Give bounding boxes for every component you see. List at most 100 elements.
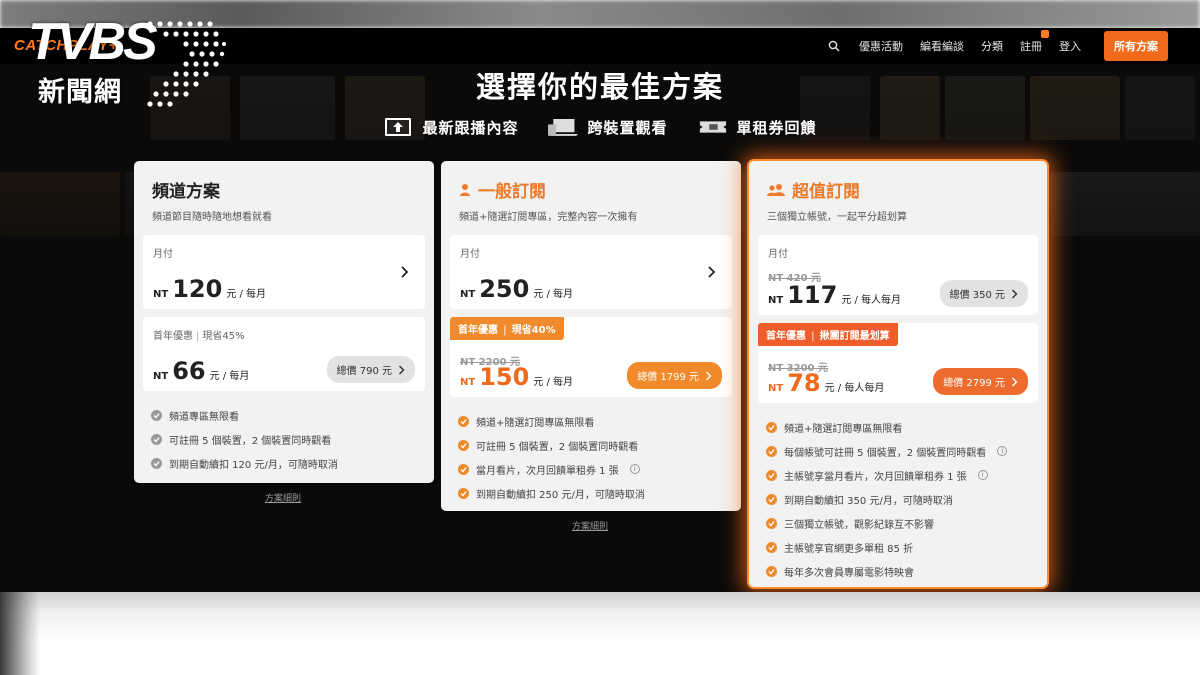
benefit-item: 主帳號享當月看片，次月回饋單租券 1 張 i xyxy=(766,463,1038,487)
search-icon[interactable] xyxy=(826,38,842,54)
feature-item: 最新跟播內容 xyxy=(383,116,518,138)
price-value: 250 xyxy=(479,275,530,303)
feature-item: 跨裝置觀看 xyxy=(548,116,667,138)
benefit-text: 每個帳號可註冊 5 個裝置，2 個裝置同時觀看 xyxy=(784,447,987,459)
plan-terms-link[interactable]: 方案細則 xyxy=(572,519,608,532)
benefit-text: 三個獨立帳號，觀影紀錄互不影響 xyxy=(784,519,934,531)
price-value: 117 xyxy=(787,281,838,309)
nav-link-login[interactable]: 登入 xyxy=(1059,38,1081,54)
currency: NT xyxy=(768,383,784,394)
plan-card-group: 超值訂閱 三個獨立帳號，一起平分超划算 月付 NT 420 元 NT 117 元… xyxy=(749,161,1047,587)
benefit-item: 每個帳號可註冊 5 個裝置，2 個裝置同時觀看 i xyxy=(766,439,1038,463)
monthly-option[interactable]: 月付 NT 250 元 / 每月 xyxy=(450,235,732,309)
price-line: NT 120 元 / 每月 xyxy=(153,277,266,301)
plan-card-standard: 一般訂閱 頻道+隨選訂閱專區，完整內容一次擁有 月付 NT 250 元 / 每月… xyxy=(441,161,741,511)
benefit-item: 頻道專區無限看 xyxy=(151,403,425,427)
chevron-right-icon xyxy=(398,364,405,375)
promo-discount: 現省45% xyxy=(202,331,245,342)
promo-label: 首年優惠 xyxy=(766,331,806,342)
currency: NT xyxy=(153,289,169,300)
option-label: 首年優惠 | 現省45% xyxy=(153,331,245,342)
check-circle-icon xyxy=(766,565,777,577)
benefit-text: 當月看片，次月回饋單租券 1 張 xyxy=(476,465,619,477)
info-icon[interactable]: i xyxy=(977,470,988,480)
benefit-text: 頻道+隨選訂閱專區無限看 xyxy=(784,423,903,435)
benefit-text: 到期自動續扣 120 元/月，可隨時取消 xyxy=(169,459,338,471)
gift-icon xyxy=(1041,30,1049,38)
option-label: 月付 xyxy=(460,249,480,260)
benefit-text: 可註冊 5 個裝置，2 個裝置同時觀看 xyxy=(476,441,639,453)
watermark-subtitle: 新聞網 xyxy=(38,77,122,108)
check-circle-icon xyxy=(766,541,777,553)
nav-link-categories[interactable]: 分類 xyxy=(981,38,1003,54)
promo-tag: 首年優惠 | 揪團訂閱最划算 xyxy=(758,323,898,346)
total-price-button[interactable]: 總價 350 元 xyxy=(939,280,1028,307)
annual-option[interactable]: 首年優惠 | 揪團訂閱最划算 NT 3200 元 NT 78 元 / 每人每月 總價… xyxy=(758,323,1038,403)
benefit-text: 頻道+隨選訂閱專區無限看 xyxy=(476,417,595,429)
price-value: 120 xyxy=(172,275,223,303)
plan-title-text: 超值訂閱 xyxy=(792,182,860,202)
benefit-item: 到期自動續扣 120 元/月，可隨時取消 xyxy=(151,451,425,475)
price-value: 150 xyxy=(479,363,530,391)
nav-link-register[interactable]: 註冊 xyxy=(1020,30,1049,54)
benefit-text: 每年多次會員專屬電影特映會 xyxy=(784,567,914,579)
nav-links: 優惠活動 編看編談 分類 註冊 登入 所有方案 xyxy=(826,28,1168,64)
currency: NT xyxy=(768,295,784,306)
check-circle-icon xyxy=(151,457,162,469)
check-circle-icon xyxy=(458,415,469,427)
plan-subtitle: 三個獨立帳號，一起平分超划算 xyxy=(767,212,907,223)
info-icon[interactable]: i xyxy=(997,446,1008,456)
benefit-item: 頻道+隨選訂閱專區無限看 xyxy=(458,409,732,433)
all-plans-button[interactable]: 所有方案 xyxy=(1104,31,1168,61)
annual-option[interactable]: 首年優惠 | 現省45% NT 66 元 / 每月 總價 790 元 xyxy=(143,317,425,391)
chevron-right-icon xyxy=(708,266,716,278)
price-unit: 元 / 每月 xyxy=(209,371,250,382)
option-label: 月付 xyxy=(153,249,173,260)
check-circle-icon xyxy=(766,421,777,433)
tvbs-news-watermark: TVBS 新聞網 xyxy=(28,16,226,116)
plan-title: 超值訂閱 xyxy=(767,177,1038,202)
check-circle-icon xyxy=(766,517,777,529)
monthly-option[interactable]: 月付 NT 120 元 / 每月 xyxy=(143,235,425,309)
devices-icon xyxy=(548,116,579,138)
price-line: NT 78 元 / 每人每月 xyxy=(768,371,884,395)
total-price-button[interactable]: 總價 790 元 xyxy=(326,356,415,383)
total-price-button[interactable]: 總價 2799 元 xyxy=(933,368,1028,395)
total-label: 總價 2799 元 xyxy=(943,378,1005,389)
total-price-button[interactable]: 總價 1799 元 xyxy=(627,362,722,389)
plan-terms-link[interactable]: 方案細則 xyxy=(265,491,301,504)
plan-title: 頻道方案 xyxy=(152,182,220,202)
photo-border-bottom xyxy=(0,592,1200,675)
chevron-right-icon xyxy=(401,266,409,278)
benefit-list: 頻道專區無限看 可註冊 5 個裝置，2 個裝置同時觀看 到期自動續扣 120 元… xyxy=(151,403,425,475)
info-icon[interactable]: i xyxy=(629,464,640,474)
nav-link-register-label: 註冊 xyxy=(1020,40,1042,53)
benefit-item: 每年多次會員專屬電影特映會 xyxy=(766,559,1038,583)
price-unit: 元 / 每月 xyxy=(533,289,574,300)
promo-discount: 揪團訂閱最划算 xyxy=(819,331,890,342)
option-label: 月付 xyxy=(768,249,788,260)
price-unit: 元 / 每人每月 xyxy=(824,383,885,394)
check-circle-icon xyxy=(151,409,162,421)
benefit-item: 頻道+隨選訂閱專區無限看 xyxy=(766,415,1038,439)
plan-card-channel: 頻道方案 頻道節目隨時隨地想看就看 月付 NT 120 元 / 每月 首年優惠 |… xyxy=(134,161,434,483)
benefit-item: 當月看片，次月回饋單租券 1 張 i xyxy=(458,457,732,481)
currency: NT xyxy=(460,377,476,388)
price-value: 78 xyxy=(787,369,821,397)
price-line: NT 66 元 / 每月 xyxy=(153,359,249,383)
benefit-item: 可註冊 5 個裝置，2 個裝置同時觀看 xyxy=(151,427,425,451)
benefit-item: 到期自動續扣 250 元/月，可隨時取消 xyxy=(458,481,732,505)
promo-label: 首年優惠 xyxy=(153,331,193,342)
benefit-list: 頻道+隨選訂閱專區無限看 可註冊 5 個裝置，2 個裝置同時觀看 當月看片，次月… xyxy=(458,409,732,505)
monthly-option[interactable]: 月付 NT 420 元 NT 117 元 / 每人每月 總價 350 元 xyxy=(758,235,1038,315)
nav-link-editors[interactable]: 編看編談 xyxy=(920,38,964,54)
feature-label: 最新跟播內容 xyxy=(422,118,519,137)
nav-link-promotions[interactable]: 優惠活動 xyxy=(859,38,903,54)
user-icon xyxy=(460,183,470,196)
feature-item: 單租券回饋 xyxy=(698,116,817,138)
price-line: NT 250 元 / 每月 xyxy=(460,277,573,301)
total-label: 總價 790 元 xyxy=(336,366,392,377)
check-circle-icon xyxy=(766,445,777,457)
annual-option[interactable]: 首年優惠 | 現省40% NT 2200 元 NT 150 元 / 每月 總價 17… xyxy=(450,317,732,397)
check-circle-icon xyxy=(766,469,777,481)
